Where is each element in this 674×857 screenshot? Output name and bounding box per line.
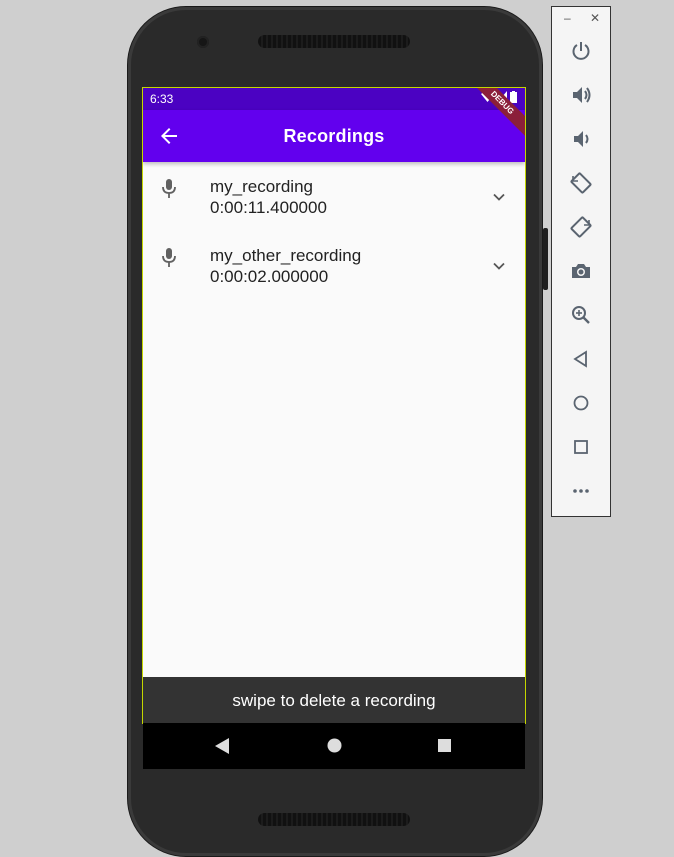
chevron-down-icon[interactable] (492, 259, 506, 273)
volume-up-icon[interactable] (570, 84, 592, 106)
nav-overview-icon[interactable] (438, 739, 451, 752)
minimize-icon[interactable]: – (564, 11, 571, 25)
status-bar: 6:33 (143, 88, 525, 110)
recording-duration: 0:00:02.000000 (210, 267, 329, 286)
nav-back-icon[interactable] (215, 738, 229, 754)
page-title: Recordings (283, 126, 385, 146)
device-screen: 6:33 Recordings DEBUG my_recording 0:00:… (142, 87, 526, 724)
back-icon[interactable] (570, 348, 592, 370)
front-camera (197, 36, 209, 48)
navigation-bar (143, 723, 525, 769)
side-power-button (543, 228, 548, 290)
app-bar: Recordings (143, 110, 525, 162)
mic-icon (162, 248, 176, 267)
zoom-icon[interactable] (570, 304, 592, 326)
toolbar-window-controls: – ✕ (552, 7, 610, 31)
recording-duration: 0:00:11.400000 (210, 198, 327, 217)
home-icon[interactable] (570, 392, 592, 414)
recordings-list: my_recording 0:00:11.400000 my_other_rec… (143, 162, 525, 300)
power-icon[interactable] (570, 40, 592, 62)
mic-icon (162, 179, 176, 198)
camera-icon[interactable] (570, 260, 592, 282)
overview-icon[interactable] (570, 436, 592, 458)
more-icon[interactable] (570, 480, 592, 502)
bottom-speaker (258, 813, 410, 826)
snackbar: swipe to delete a recording (143, 677, 525, 723)
recording-name: my_other_recording (210, 246, 362, 265)
rotate-left-icon[interactable] (570, 172, 592, 194)
recording-list-item[interactable]: my_other_recording 0:00:02.000000 (143, 231, 525, 300)
nav-home-icon[interactable] (327, 738, 342, 753)
top-speaker (258, 35, 410, 48)
recording-name: my_recording (210, 177, 313, 196)
recording-info: my_other_recording 0:00:02.000000 (210, 245, 361, 287)
chevron-down-icon[interactable] (492, 190, 506, 204)
emulator-toolbar: – ✕ (551, 6, 611, 517)
recording-info: my_recording 0:00:11.400000 (210, 176, 327, 218)
close-icon[interactable]: ✕ (590, 11, 600, 25)
rotate-right-icon[interactable] (570, 216, 592, 238)
recording-list-item[interactable]: my_recording 0:00:11.400000 (143, 162, 525, 231)
status-time: 6:33 (150, 92, 174, 106)
volume-down-icon[interactable] (570, 128, 592, 150)
